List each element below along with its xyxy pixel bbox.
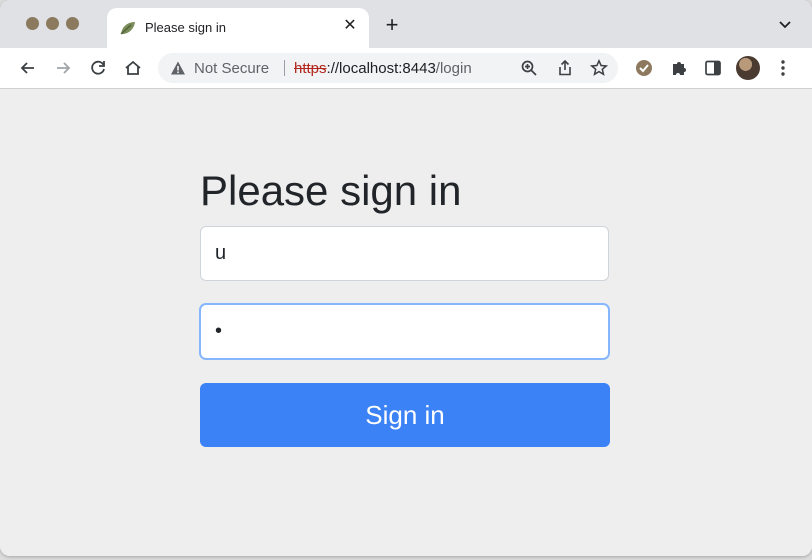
url-scheme: https [294,60,327,77]
close-window-dot[interactable] [26,17,39,30]
page-title: Please sign in [200,167,462,214]
bookmark-star-icon[interactable] [590,59,608,77]
tab-title: Please sign in [145,20,226,35]
minimize-window-dot[interactable] [46,17,59,30]
home-icon[interactable] [123,58,143,78]
url-path: /login [435,60,472,77]
url-host: ://localhost:8443 [326,60,436,77]
url-text[interactable]: https://localhost:8443/login [294,60,472,77]
share-icon[interactable] [556,59,574,77]
page-content: Please sign in Sign in [0,89,812,556]
username-field[interactable] [200,226,609,281]
extension-check-icon[interactable] [634,58,654,78]
side-panel-icon[interactable] [703,58,723,78]
reload-icon[interactable] [88,58,108,78]
omnibox-divider [284,60,285,76]
puzzle-icon[interactable] [669,58,689,78]
tab-strip: Please sign in ✕ + [0,0,812,48]
security-label[interactable]: Not Secure [194,60,269,77]
back-icon[interactable] [18,58,38,78]
tab-active[interactable]: Please sign in ✕ [107,8,369,48]
new-tab-plus-icon[interactable]: + [382,14,402,36]
browser-toolbar: Not Secure https://localhost:8443/login [0,48,812,89]
url-host-name: localhost:8443 [339,60,436,77]
address-bar[interactable]: Not Secure https://localhost:8443/login [158,53,618,83]
kebab-menu-icon[interactable] [773,58,793,78]
browser-window: Please sign in ✕ + Not Secure https://lo… [0,0,812,556]
leaf-favicon-icon [120,22,135,35]
zoom-icon[interactable] [520,59,538,77]
sign-in-button[interactable]: Sign in [200,383,610,447]
tab-close-icon[interactable]: ✕ [341,17,359,35]
forward-icon[interactable] [53,58,73,78]
avatar[interactable] [736,56,760,80]
password-field[interactable] [200,304,609,359]
tab-search-chevron-down-icon[interactable] [778,20,792,30]
maximize-window-dot[interactable] [66,17,79,30]
warning-icon[interactable] [170,60,186,76]
